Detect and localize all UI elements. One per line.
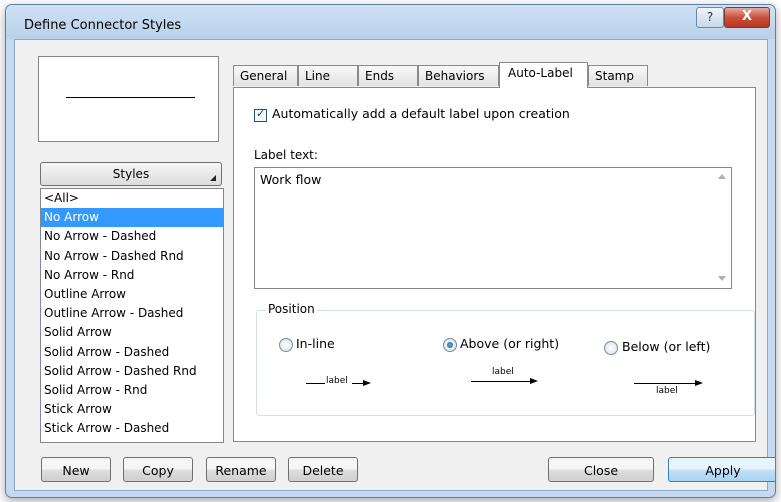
tab-auto-label[interactable]: Auto-Label [499,62,588,88]
above-radio-label[interactable]: Above (or right) [460,336,559,351]
apply-button[interactable]: Apply [668,457,775,482]
label-text-caption: Label text: [254,148,318,162]
above-example-label: label [492,367,514,377]
list-item[interactable]: Stick Arrow - Dashed [41,419,223,438]
delete-button[interactable]: Delete [288,457,358,482]
inline-radio-label[interactable]: In-line [296,336,335,351]
scroll-up-icon[interactable] [718,174,726,179]
tab-ends[interactable]: Ends [358,65,418,86]
above-radio[interactable] [443,338,457,352]
dialog-window: Define Connector Styles ? X Styles <All>… [5,4,776,498]
above-example-line [471,381,531,382]
position-group [256,310,755,416]
auto-label-panel: ✓ Automatically add a default label upon… [233,87,756,442]
window-title: Define Connector Styles [24,18,182,33]
list-item[interactable]: No Arrow - Rnd [41,266,223,285]
help-icon: ? [706,10,714,24]
preview-connector-line [66,97,195,98]
close-window-button[interactable]: X [724,7,770,28]
styles-button-label: Styles [112,167,150,181]
inline-example-line-left [306,383,325,384]
label-text-scrollbar[interactable] [714,168,731,288]
help-button[interactable]: ? [696,7,724,28]
list-item[interactable]: No Arrow [41,208,223,228]
tab-behaviors[interactable]: Behaviors [418,65,499,86]
inline-radio[interactable] [279,338,293,352]
list-item[interactable]: Solid Arrow - Dashed [41,343,223,362]
label-text-field[interactable]: Work flow [254,167,732,289]
title-bar[interactable]: Define Connector Styles ? X [6,5,775,39]
list-item[interactable]: Solid Arrow [41,323,223,342]
dialog-body: Styles <All> No Arrow No Arrow - Dashed … [14,39,775,491]
below-example-line [634,383,696,384]
list-item[interactable]: Outline Arrow [41,285,223,304]
arrowhead-icon [695,380,703,386]
tab-general[interactable]: General [233,65,298,86]
list-item[interactable]: Stick Arrow [41,400,223,419]
scroll-down-icon[interactable] [718,276,726,281]
styles-dropdown-button[interactable]: Styles [40,162,222,186]
close-button[interactable]: Close [548,457,654,482]
tab-stamp[interactable]: Stamp [588,65,648,86]
arrowhead-icon [363,380,371,386]
styles-list[interactable]: <All> No Arrow No Arrow - Dashed No Arro… [40,188,224,443]
arrowhead-icon [530,378,538,384]
below-radio[interactable] [604,341,618,355]
copy-button[interactable]: Copy [123,457,193,482]
checkmark-icon: ✓ [256,107,266,120]
below-radio-label[interactable]: Below (or left) [622,339,710,354]
list-item[interactable]: Solid Arrow - Rnd [41,381,223,400]
auto-label-checkbox-label[interactable]: Automatically add a default label upon c… [272,106,570,121]
close-icon: X [741,9,753,24]
label-text-value: Work flow [260,172,322,187]
list-item[interactable]: No Arrow - Dashed Rnd [41,247,223,266]
style-preview [38,56,219,142]
dropdown-arrow-icon [210,175,216,181]
auto-label-checkbox[interactable]: ✓ [254,107,267,122]
inline-example-label: label [326,376,348,386]
list-item[interactable]: Solid Arrow - Dashed Rnd [41,362,223,381]
list-item[interactable]: No Arrow - Dashed [41,227,223,246]
list-item[interactable]: <All> [41,189,223,208]
tab-line[interactable]: Line [298,65,358,86]
below-example-label: label [656,386,678,396]
rename-button[interactable]: Rename [206,457,276,482]
new-button[interactable]: New [41,457,111,482]
position-legend: Position [266,302,317,316]
list-item[interactable]: Outline Arrow - Dashed [41,304,223,323]
